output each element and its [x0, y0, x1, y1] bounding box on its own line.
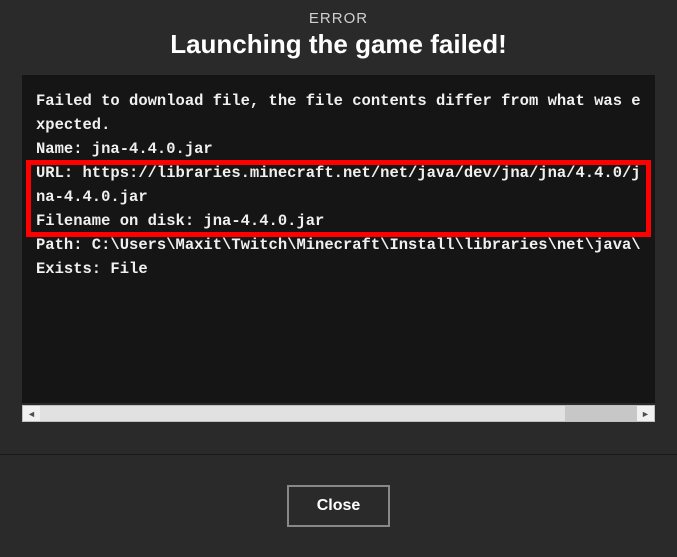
log-line-url: URL: https://libraries.minecraft.net/net… — [36, 161, 641, 209]
error-log: Failed to download file, the file conten… — [22, 75, 655, 403]
scroll-left-arrow-icon[interactable]: ◄ — [23, 406, 40, 421]
horizontal-scrollbar[interactable]: ◄ ► — [22, 405, 655, 422]
log-line-message: Failed to download file, the file conten… — [36, 89, 641, 137]
close-button[interactable]: Close — [287, 485, 391, 527]
dialog-header: ERROR Launching the game failed! — [0, 0, 677, 75]
log-line-exists: Exists: File — [36, 257, 641, 281]
scrollbar-track[interactable] — [40, 406, 637, 421]
scroll-right-arrow-icon[interactable]: ► — [637, 406, 654, 421]
scrollbar-thumb[interactable] — [40, 406, 565, 421]
dialog-footer: Close — [0, 455, 677, 557]
log-container: Failed to download file, the file conten… — [22, 75, 655, 422]
log-line-path: Path: C:\Users\Maxit\Twitch\Minecraft\In… — [36, 233, 641, 257]
error-title: Launching the game failed! — [0, 29, 677, 60]
error-label: ERROR — [0, 10, 677, 27]
log-line-filename: Filename on disk: jna-4.4.0.jar — [36, 209, 641, 233]
log-line-name: Name: jna-4.4.0.jar — [36, 137, 641, 161]
